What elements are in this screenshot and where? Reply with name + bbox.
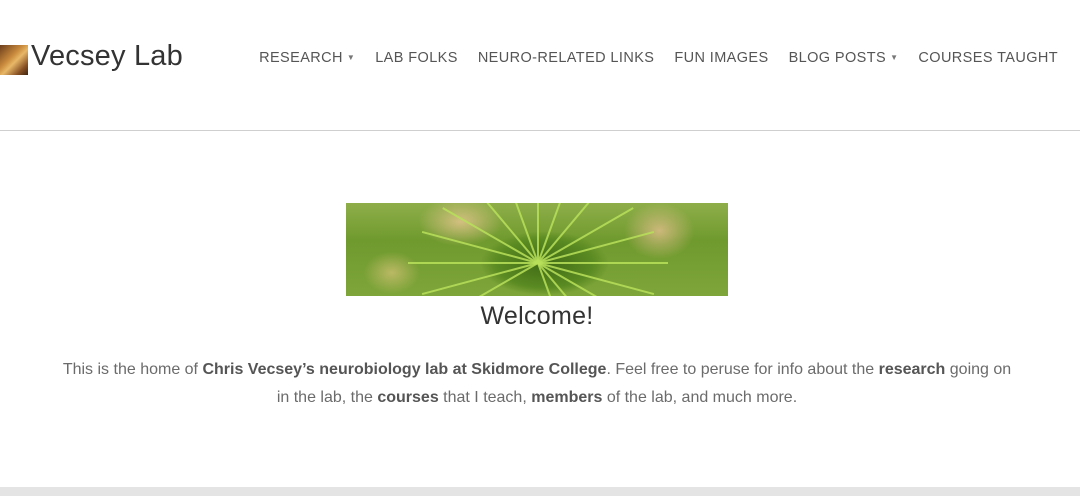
nav-item-fun-images[interactable]: FUN IMAGES <box>674 50 768 66</box>
intro-members: members <box>531 389 603 406</box>
intro-research: research <box>878 361 946 378</box>
hero-image-pine-needles <box>346 203 728 296</box>
nav-item-blog-posts[interactable]: BLOG POSTS ▼ <box>789 50 899 66</box>
nav-item-label: BLOG POSTS <box>788 50 887 66</box>
intro-paragraph: This is the home of Chris Vecsey’s neuro… <box>60 356 1014 412</box>
nav-item-label: COURSES TAUGHT <box>918 50 1058 66</box>
nav-item-label: NEURO-RELATED LINKS <box>477 50 655 66</box>
chevron-down-icon: ▼ <box>890 52 899 62</box>
site-title[interactable]: Vecsey Lab <box>31 40 183 73</box>
intro-text: . Feel free to peruse for info about the <box>606 361 879 378</box>
nav-item-research[interactable]: RESEARCH ▼ <box>259 50 355 66</box>
intro-text: of the lab, and much more. <box>602 389 798 406</box>
intro-courses: courses <box>377 389 439 406</box>
intro-text: This is the home of <box>62 361 203 378</box>
nav-item-label: RESEARCH <box>259 50 343 66</box>
site-header: Vecsey Lab RESEARCH ▼ LAB FOLKS NEURO-RE… <box>0 0 1080 131</box>
nav-item-label: FUN IMAGES <box>674 50 769 66</box>
nav-item-courses-taught[interactable]: COURSES TAUGHT <box>918 50 1058 66</box>
nav-item-label: LAB FOLKS <box>375 50 458 66</box>
nav-item-lab-folks[interactable]: LAB FOLKS <box>375 50 458 66</box>
intro-text: that I teach, <box>438 389 532 406</box>
nav-item-neuro-related-links[interactable]: NEURO-RELATED LINKS <box>478 50 655 66</box>
intro-lab-name: Chris Vecsey’s neurobiology lab at Skidm… <box>202 361 607 378</box>
chevron-down-icon: ▼ <box>346 52 356 62</box>
logo-image[interactable] <box>0 45 28 75</box>
main-nav: RESEARCH ▼ LAB FOLKS NEURO-RELATED LINKS… <box>259 50 1058 66</box>
welcome-heading: Welcome! <box>480 302 594 330</box>
footer-divider <box>0 487 1080 496</box>
